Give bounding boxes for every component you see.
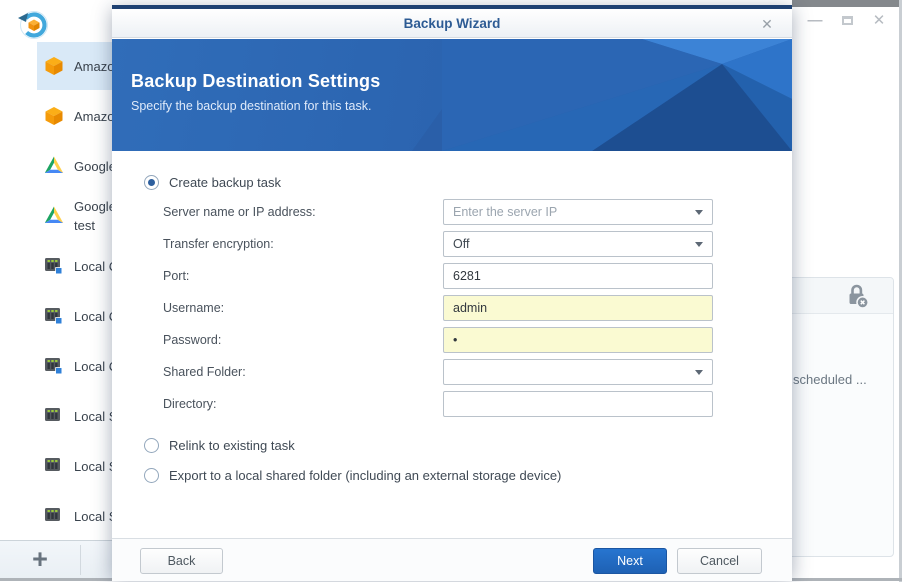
chevron-down-icon [695, 242, 703, 247]
field-label: Directory: [163, 391, 216, 417]
hyper-backup-logo-icon [16, 7, 52, 43]
local-server-icon [44, 506, 64, 526]
radio-button-icon[interactable] [144, 438, 159, 453]
dialog-titlebar[interactable]: Backup Wizard ✕ [112, 9, 792, 38]
amazon-cloud-icon [44, 106, 64, 126]
form-row-encryption: Transfer encryption: Off [112, 231, 792, 257]
radio-export-local-folder[interactable]: Export to a local shared folder (includi… [144, 465, 561, 485]
window-controls: — ✕ [806, 10, 888, 30]
combo-value [453, 360, 688, 384]
combo-placeholder: Enter the server IP [453, 200, 688, 224]
add-task-button[interactable]: + [14, 544, 66, 576]
transfer-encryption-combobox[interactable]: Off [443, 231, 713, 257]
form-row-username: Username: [112, 295, 792, 321]
sidebar-item-amazon-2[interactable]: Amazon [0, 92, 112, 140]
server-ip-combobox[interactable]: Enter the server IP [443, 199, 713, 225]
chevron-down-icon [695, 210, 703, 215]
radio-label: Create backup task [169, 175, 281, 190]
dialog-title: Backup Wizard [112, 9, 792, 38]
form-row-server: Server name or IP address: Enter the ser… [112, 199, 792, 225]
sidebar-item-local-storage-3[interactable]: Local Sto [0, 492, 112, 540]
radio-label: Export to a local shared folder (includi… [169, 468, 561, 483]
local-server-badge-icon [44, 256, 64, 276]
field-label: Transfer encryption: [163, 231, 274, 257]
window-top-edge [792, 0, 902, 7]
field-label: Password: [163, 327, 221, 353]
banner-title: Backup Destination Settings [131, 71, 380, 92]
sidebar-item-local-storage-1[interactable]: Local Sto [0, 392, 112, 440]
sidebar-footer: + [0, 540, 112, 579]
google-drive-icon [44, 206, 64, 226]
lock-remove-icon[interactable] [845, 283, 869, 309]
cancel-button[interactable]: Cancel [677, 548, 762, 574]
maximize-button[interactable] [838, 11, 856, 29]
combo-value: Off [453, 232, 688, 256]
local-server-icon [44, 406, 64, 426]
sidebar-item-amazon-1[interactable]: Amazon [0, 42, 112, 90]
username-input[interactable] [443, 295, 713, 321]
form-row-port: Port: [112, 263, 792, 289]
sidebar-item-google-drive-1[interactable]: Google D [0, 142, 112, 190]
dialog-footer: Back Next Cancel [112, 538, 792, 581]
amazon-cloud-icon [44, 56, 64, 76]
radio-relink-existing-task[interactable]: Relink to existing task [144, 435, 295, 455]
sidebar-item-local-2[interactable]: Local Co [0, 292, 112, 340]
footer-divider [80, 545, 81, 575]
radio-button-icon[interactable] [144, 175, 159, 190]
task-status-text: scheduled ... [793, 372, 867, 387]
shared-folder-combobox[interactable] [443, 359, 713, 385]
banner-subtitle: Specify the backup destination for this … [131, 99, 371, 113]
next-button[interactable]: Next [593, 548, 667, 574]
backup-wizard-dialog: Backup Wizard ✕ Backup Destination Setti… [112, 5, 792, 577]
maximize-icon [842, 16, 853, 25]
sidebar-item-local-storage-2[interactable]: Local Sto [0, 442, 112, 490]
sidebar-item-google-drive-test[interactable]: Google D test [0, 192, 112, 240]
field-label: Server name or IP address: [163, 199, 316, 225]
form-row-password: Password: [112, 327, 792, 353]
form-row-shared-folder: Shared Folder: [112, 359, 792, 385]
chevron-down-icon [695, 370, 703, 375]
close-window-button[interactable]: ✕ [870, 11, 888, 29]
radio-create-backup-task[interactable]: Create backup task [144, 172, 281, 192]
radio-button-icon[interactable] [144, 468, 159, 483]
password-input[interactable] [443, 327, 713, 353]
field-label: Shared Folder: [163, 359, 246, 385]
local-server-icon [44, 456, 64, 476]
back-button[interactable]: Back [140, 548, 223, 574]
local-server-badge-icon [44, 306, 64, 326]
dialog-close-icon[interactable]: ✕ [758, 15, 776, 33]
local-server-badge-icon [44, 356, 64, 376]
sidebar-item-local-1[interactable]: Local Co [0, 242, 112, 290]
form-row-directory: Directory: [112, 391, 792, 417]
minimize-button[interactable]: — [806, 11, 824, 29]
radio-label: Relink to existing task [169, 438, 295, 453]
directory-input[interactable] [443, 391, 713, 417]
sidebar-item-local-3[interactable]: Local Co [0, 342, 112, 390]
screen: — ✕ Amazon [0, 0, 902, 582]
field-label: Username: [163, 295, 224, 321]
footer-right-buttons: Next Cancel [593, 548, 762, 574]
google-drive-icon [44, 156, 64, 176]
sidebar: Amazon Amazon Google D [0, 0, 112, 540]
field-label: Port: [163, 263, 189, 289]
banner-polygon-art [362, 39, 792, 151]
dialog-banner: Backup Destination Settings Specify the … [112, 39, 792, 151]
port-input[interactable] [443, 263, 713, 289]
